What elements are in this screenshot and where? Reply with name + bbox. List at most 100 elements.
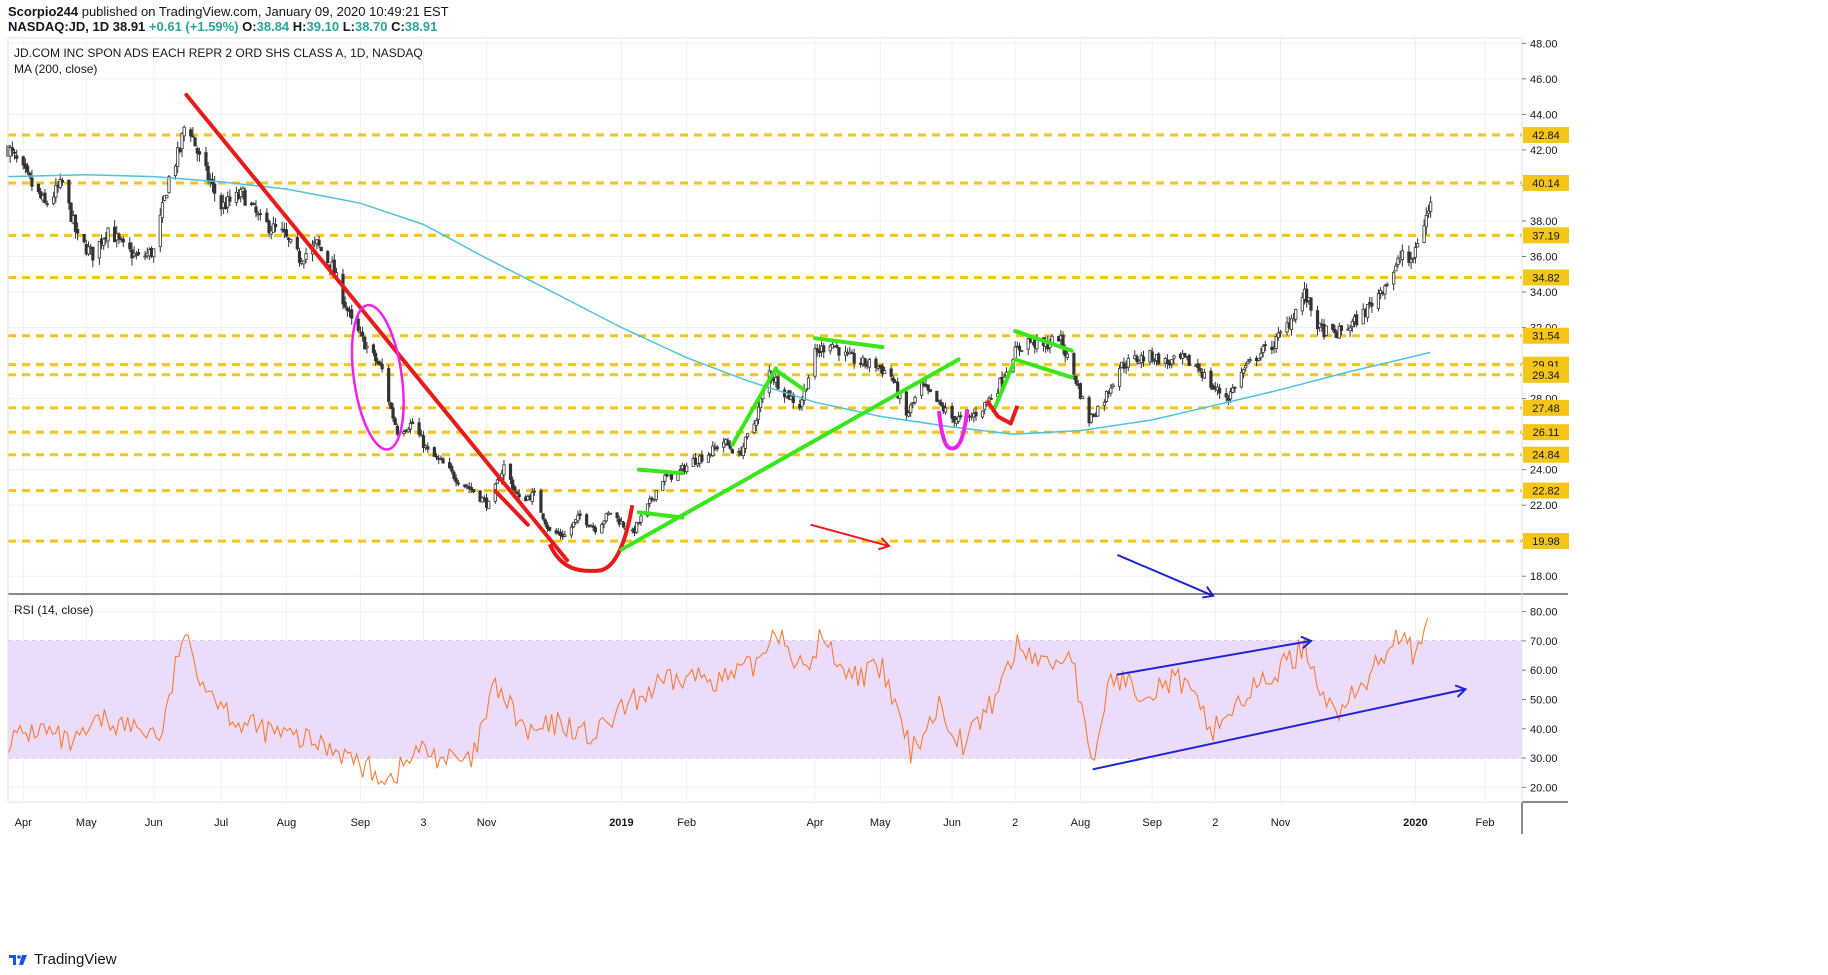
candle-body [883, 370, 887, 375]
candle-body [1263, 344, 1267, 346]
price-tick-label: 36.00 [1530, 251, 1558, 263]
trend-line[interactable] [636, 467, 685, 476]
candle-body [454, 477, 458, 483]
trend-line[interactable] [636, 510, 685, 520]
level-tag-label: 27.48 [1532, 403, 1560, 415]
candle-body [957, 416, 961, 422]
price-tick-label: 18.00 [1530, 571, 1558, 583]
rsi-tick-label: 30.00 [1530, 753, 1558, 765]
candle-body [1017, 345, 1022, 351]
candle-body [1020, 350, 1024, 352]
time-tick-label: Aug [277, 817, 297, 829]
low-value: 38.70 [354, 19, 388, 34]
candle-body [863, 358, 867, 366]
rsi-tick-label: 60.00 [1530, 665, 1558, 677]
candle-body [943, 407, 948, 413]
candle-body [197, 151, 202, 155]
candle-body [1376, 293, 1381, 309]
time-tick-label: Sep [1142, 817, 1162, 829]
candle-body [1415, 243, 1420, 248]
time-axis[interactable]: Apr May Jun Jul Aug Sep 3 Nov 2019 Feb Apr May Jun 2 A… [15, 817, 1495, 829]
candle-body [891, 377, 895, 382]
candle-body [913, 396, 917, 403]
candle-body [191, 135, 195, 138]
candle-body [1259, 352, 1263, 358]
candle-body [1370, 302, 1374, 307]
level-tag-label: 26.11 [1533, 427, 1560, 439]
candle-body [243, 190, 247, 206]
candle-body [158, 214, 162, 248]
level-tag-label: 19.98 [1532, 536, 1560, 548]
candle-body [1202, 372, 1207, 379]
candle-body [1333, 328, 1337, 334]
high-value: 39.10 [306, 19, 340, 34]
open-value: 38.84 [256, 19, 290, 34]
trend-line[interactable] [773, 368, 807, 392]
candle-body [317, 239, 321, 246]
candle-body [1111, 384, 1115, 388]
candle-body [937, 400, 941, 402]
candle-body [258, 213, 262, 216]
candle-body [36, 183, 41, 192]
candle-body [585, 514, 589, 526]
candle-body [989, 397, 993, 400]
candle-body [1394, 265, 1398, 272]
ma-legend[interactable]: MA (200, close) [14, 62, 97, 76]
candles [6, 125, 1433, 541]
candle-body [1355, 314, 1359, 326]
price-axis[interactable]: 48.0046.0044.0042.0040.0038.0036.0034.00… [1522, 38, 1558, 583]
high-label: H: [292, 19, 307, 34]
candle-body [387, 368, 391, 402]
candle-body [569, 526, 573, 536]
candle-body [395, 425, 399, 435]
candle-body [1413, 247, 1418, 258]
candle-body [911, 402, 915, 405]
time-tick-label: Jun [943, 817, 961, 829]
candle-body [30, 177, 34, 187]
price-tick-label: 42.00 [1530, 145, 1558, 157]
time-tick-label: 2 [1212, 817, 1218, 829]
rsi-legend[interactable]: RSI (14, close) [14, 603, 93, 617]
candle-body [837, 347, 841, 356]
publisher-name[interactable]: Scorpio244 [8, 4, 78, 19]
tradingview-brand[interactable]: TradingView [34, 951, 117, 968]
candle-body [43, 192, 47, 203]
candle-body [1294, 309, 1298, 320]
symbol-label[interactable]: NASDAQ:JD, 1D [8, 19, 109, 34]
candle-body [206, 165, 210, 181]
polyline-drawing[interactable] [985, 399, 1020, 426]
candle-body [1385, 283, 1389, 286]
time-tick-label: Jul [214, 817, 228, 829]
time-tick-label: Nov [1271, 817, 1291, 829]
candle-body [117, 233, 121, 239]
candle-body [371, 344, 376, 354]
time-tick-label: Nov [477, 817, 497, 829]
close-value: 38.91 [404, 19, 438, 34]
candle-body [152, 248, 156, 258]
arrow-line[interactable] [810, 523, 890, 548]
candle-body [1065, 353, 1069, 358]
chart-area[interactable]: 48.00 46.00 44.00 42.00 40.00 38.00 36.00 34.00… [0, 34, 1828, 944]
published-text: published on TradingView.com, January 09… [81, 4, 449, 19]
low-label: L: [342, 19, 355, 34]
arrow-line[interactable] [1117, 554, 1214, 597]
candle-body [530, 491, 534, 502]
candle-body [160, 202, 165, 219]
candle-body [1248, 359, 1252, 362]
curve-drawing[interactable] [547, 504, 635, 573]
candle-body [508, 463, 513, 480]
rsi-tick-label: 70.00 [1530, 636, 1558, 648]
candle-body [1209, 370, 1213, 388]
ellipse-drawing[interactable] [344, 302, 412, 453]
time-tick-label: Feb [677, 817, 696, 829]
candle-body [600, 524, 604, 534]
trend-line[interactable] [991, 362, 1015, 414]
candle-body [45, 203, 49, 206]
candle-body [974, 411, 978, 417]
candle-body [822, 345, 826, 353]
candle-body [1187, 355, 1191, 366]
rsi-tick-label: 20.00 [1530, 782, 1558, 794]
rsi-axis[interactable]: 80.00 70.00 60.00 50.00 40.00 30.00 20.00 [1522, 607, 1558, 795]
candle-body [1096, 405, 1100, 417]
candle-body [1218, 387, 1222, 394]
